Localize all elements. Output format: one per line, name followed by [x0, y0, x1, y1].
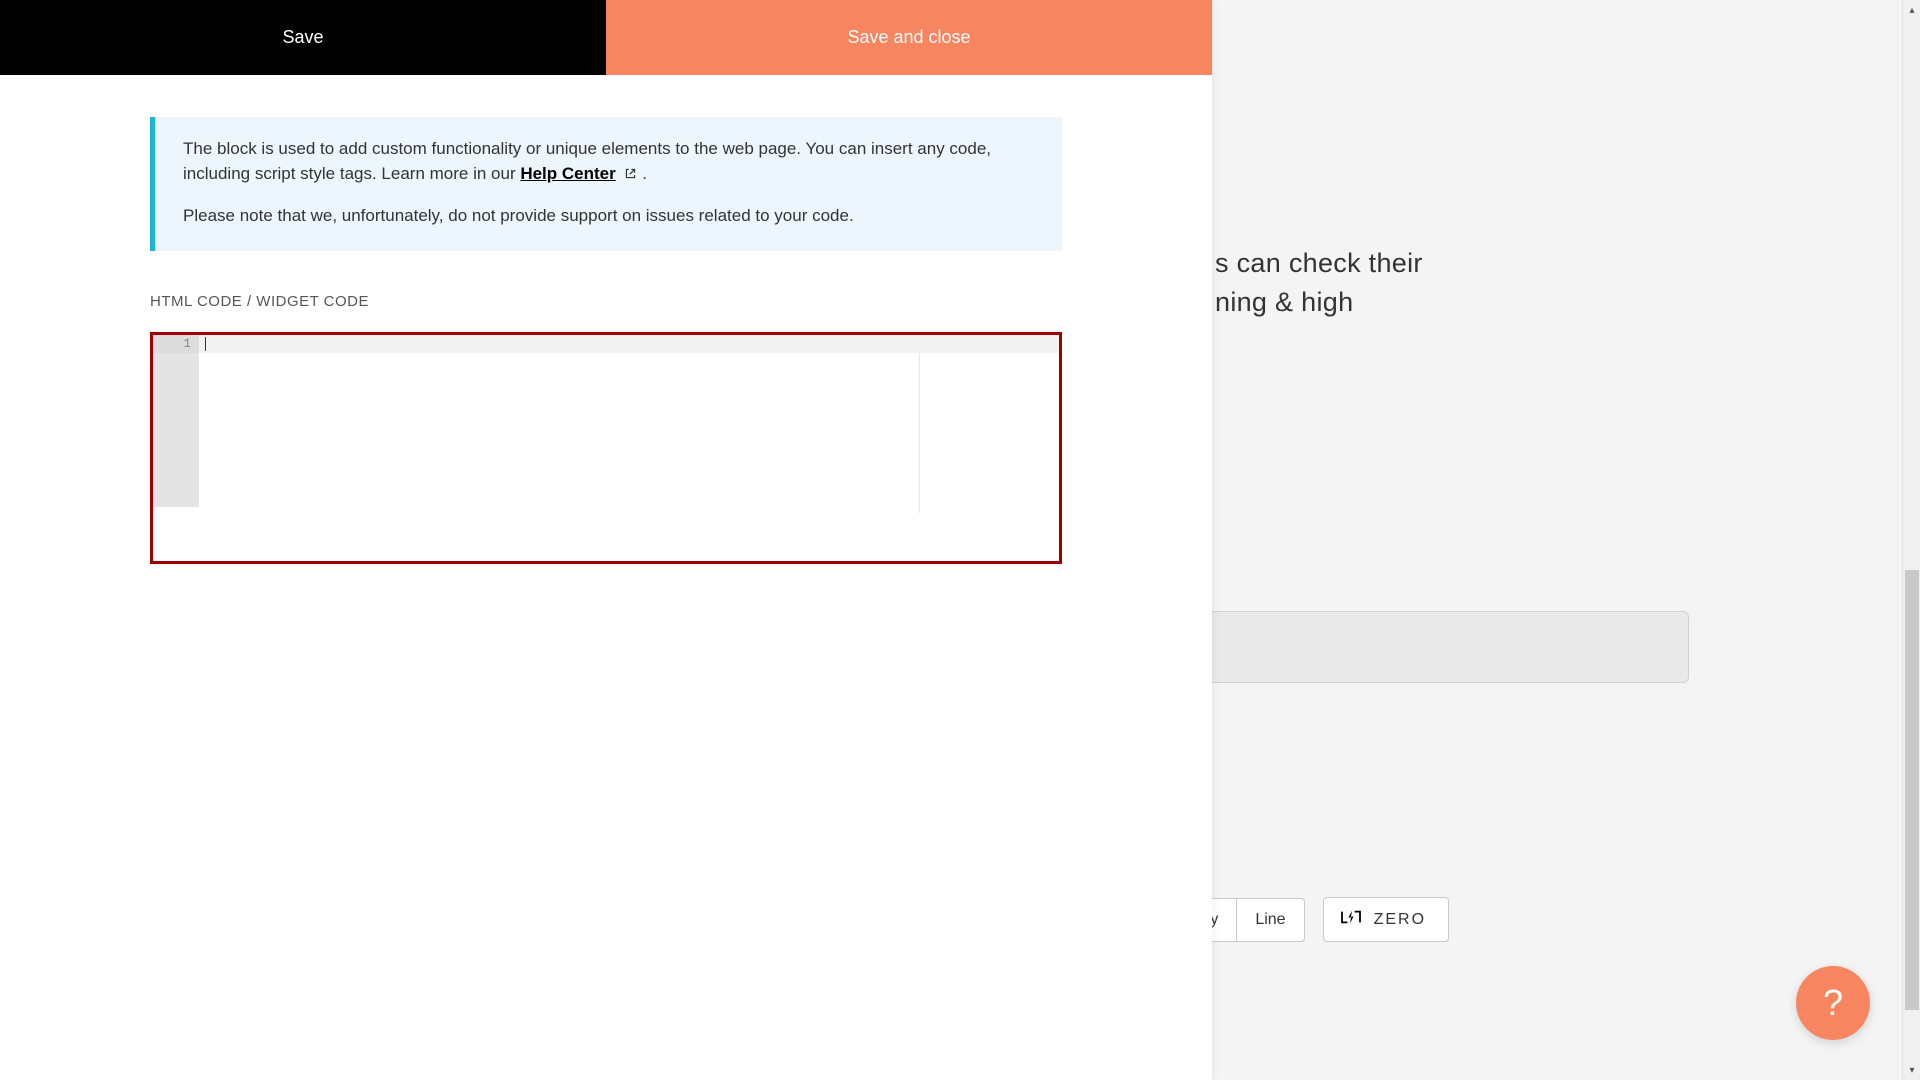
- save-and-close-button[interactable]: Save and close: [606, 0, 1212, 75]
- text-cursor: [205, 337, 206, 351]
- background-paragraph: s can check their ning & high: [1215, 244, 1423, 322]
- gutter-trim: [153, 507, 199, 561]
- save-button[interactable]: Save: [0, 0, 606, 75]
- info-paragraph-1: The block is used to add custom function…: [183, 137, 1034, 186]
- scroll-thumb[interactable]: [1905, 570, 1919, 1010]
- code-print-margin: [919, 353, 920, 513]
- pill-line[interactable]: Line: [1237, 899, 1303, 941]
- toolbar-pills: ry Line ZERO: [1194, 897, 1449, 942]
- code-section-label: HTML CODE / WIDGET CODE: [150, 293, 1062, 310]
- page-scrollbar[interactable]: ▴ ▾: [1902, 0, 1920, 1080]
- background-input-strip: [1212, 611, 1689, 683]
- question-mark-icon: ?: [1823, 982, 1843, 1024]
- external-link-icon: [624, 163, 637, 176]
- zero-label: ZERO: [1374, 911, 1426, 929]
- zero-button[interactable]: ZERO: [1323, 897, 1449, 942]
- code-area[interactable]: [199, 335, 1059, 561]
- help-center-link-label: Help Center: [520, 164, 615, 183]
- editor-content: The block is used to add custom function…: [0, 75, 1212, 564]
- bolt-icon: [1340, 908, 1362, 931]
- html-block-editor-panel: Save Save and close The block is used to…: [0, 0, 1212, 1080]
- background-line-2: ning & high: [1215, 283, 1423, 322]
- info-box: The block is used to add custom function…: [150, 117, 1062, 251]
- scroll-up-arrow-icon[interactable]: ▴: [1903, 0, 1920, 20]
- line-number-1: 1: [153, 335, 199, 353]
- code-editor[interactable]: 1: [150, 332, 1062, 564]
- scroll-down-arrow-icon[interactable]: ▾: [1903, 1060, 1920, 1080]
- background-line-1: s can check their: [1215, 244, 1423, 283]
- info-text-suffix: .: [637, 164, 646, 183]
- code-line-1[interactable]: [199, 335, 1059, 353]
- help-fab-button[interactable]: ?: [1796, 966, 1870, 1040]
- editor-topbar: Save Save and close: [0, 0, 1212, 75]
- help-center-link[interactable]: Help Center: [520, 164, 615, 183]
- info-paragraph-2: Please note that we, unfortunately, do n…: [183, 204, 1034, 229]
